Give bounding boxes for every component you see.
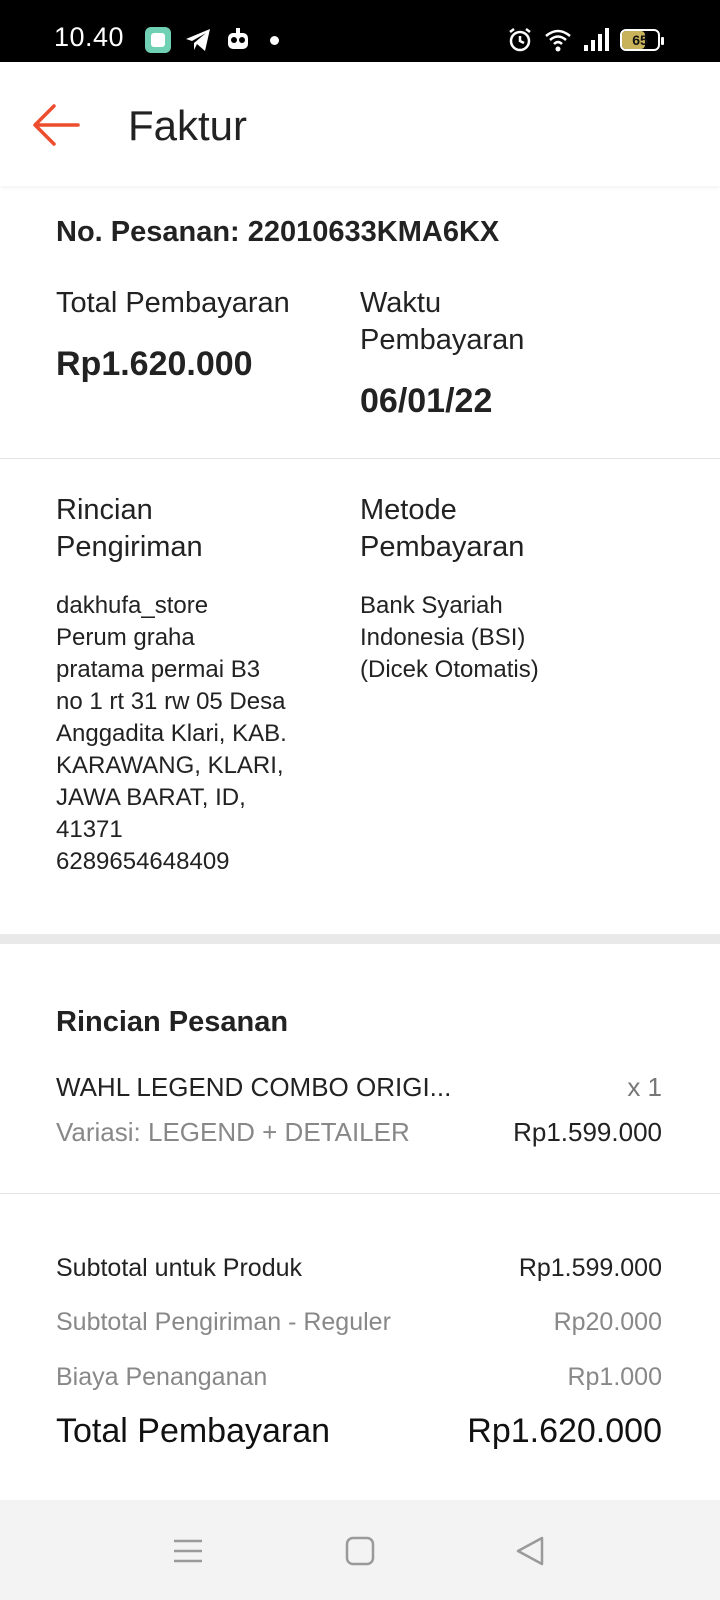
app-bar: Faktur — [0, 62, 720, 186]
shipping-details-text: dakhufa_store Perum graha pratama permai… — [56, 592, 287, 875]
subtotal-shipping-value: Rp20.000 — [553, 1308, 662, 1336]
menu-icon[interactable] — [170, 1534, 206, 1568]
telegram-icon — [186, 29, 210, 51]
total-payment-value: Rp1.620.000 — [56, 345, 253, 383]
payment-time-value: 06/01/22 — [360, 382, 493, 420]
payment-time-label: Waktu Pembayaran — [360, 287, 525, 356]
total-payment-label: Total Pembayaran — [56, 287, 290, 319]
back-triangle-icon[interactable] — [512, 1534, 548, 1568]
subtotal-shipping-label: Subtotal Pengiriman - Reguler — [56, 1308, 391, 1336]
notification-icons — [144, 27, 279, 53]
more-notifications-dot — [270, 35, 279, 45]
battery-level: 65 — [632, 32, 648, 48]
shipping-details-label: Rincian Pengiriman — [56, 494, 203, 563]
subtotal-product-label: Subtotal untuk Produk — [56, 1254, 302, 1282]
handling-fee-value: Rp1.000 — [567, 1363, 662, 1391]
home-square-icon[interactable] — [342, 1534, 378, 1568]
order-number: No. Pesanan: 22010633KMA6KX — [56, 216, 500, 248]
wifi-icon — [545, 29, 571, 52]
product-variant: Variasi: LEGEND + DETAILER — [56, 1117, 410, 1147]
subtotal-product-value: Rp1.599.000 — [518, 1254, 662, 1282]
app-notification-icon — [145, 27, 171, 53]
page-title: Faktur — [128, 102, 248, 149]
status-time: 10.40 — [54, 22, 125, 52]
grand-total-label: Total Pembayaran — [56, 1412, 331, 1450]
grand-total-value: Rp1.620.000 — [467, 1412, 662, 1450]
divider — [0, 1193, 720, 1194]
payment-method-text: Bank Syariah Indonesia (BSI) (Dicek Otom… — [360, 592, 539, 683]
product-name: WAHL LEGEND COMBO ORIGI... — [56, 1072, 452, 1102]
system-icons: 65 — [506, 27, 664, 53]
divider — [0, 458, 720, 459]
order-details-title: Rincian Pesanan — [56, 1006, 289, 1038]
signal-icon — [584, 28, 609, 51]
alarm-icon — [509, 28, 531, 52]
handling-fee-label: Biaya Penanganan — [56, 1363, 268, 1391]
product-price: Rp1.599.000 — [513, 1117, 662, 1147]
status-bar: 10.40 65 — [0, 0, 720, 62]
section-divider — [0, 934, 720, 944]
product-quantity: x 1 — [627, 1072, 662, 1102]
robot-icon — [228, 28, 248, 49]
back-arrow-icon[interactable] — [30, 100, 82, 150]
navigation-bar — [0, 1500, 720, 1600]
payment-method-label: Metode Pembayaran — [360, 494, 525, 563]
battery-icon: 65 — [620, 29, 664, 51]
